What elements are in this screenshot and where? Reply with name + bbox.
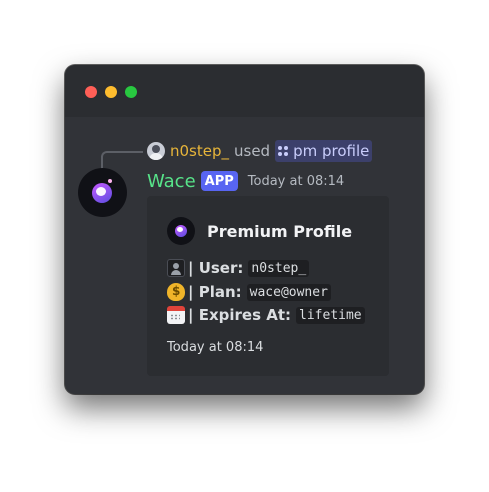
slash-command-icon (278, 146, 289, 156)
embed-author: Premium Profile (167, 217, 352, 245)
author-orb-highlight (177, 227, 183, 232)
orb-spark (108, 179, 112, 183)
reply-action-text: used (234, 142, 271, 160)
calendar-icon (167, 306, 185, 324)
field-value: n0step_ (248, 259, 310, 277)
slash-command-chip[interactable]: pm profile (275, 140, 373, 162)
message-header: Wace APP Today at 08:14 (147, 169, 344, 193)
field-expires: | Expires At: lifetime (167, 305, 365, 325)
embed-footer-timestamp: Today at 08:14 (167, 340, 264, 355)
field-label: | Expires At: (188, 306, 292, 324)
orb-highlight (96, 187, 106, 196)
replied-username[interactable]: n0step_ (170, 142, 229, 160)
field-label: | User: (188, 259, 244, 277)
field-plan: | Plan: wace@owner (167, 282, 331, 302)
bust-silhouette-icon (167, 259, 185, 277)
message-timestamp: Today at 08:14 (247, 173, 345, 189)
field-label: | Plan: (188, 283, 242, 301)
field-value: wace@owner (246, 283, 331, 301)
close-window-button[interactable] (85, 86, 97, 98)
app-badge: APP (200, 171, 238, 191)
window-titlebar (65, 65, 424, 117)
minimize-window-button[interactable] (105, 86, 117, 98)
profile-embed: Premium Profile | User: n0step_ | Plan: … (147, 196, 389, 376)
bot-username[interactable]: Wace (147, 171, 196, 192)
slash-command-name: pm profile (293, 142, 370, 160)
embed-author-name: Premium Profile (207, 221, 353, 241)
money-bag-icon (167, 283, 185, 301)
discord-window: n0step_ used pm profile Wace APP Today a… (65, 65, 424, 394)
replied-user-avatar-icon[interactable] (147, 142, 165, 160)
embed-author-icon (167, 217, 195, 245)
command-reply-reference[interactable]: n0step_ used pm profile (147, 140, 373, 162)
maximize-window-button[interactable] (125, 86, 137, 98)
field-user: | User: n0step_ (167, 258, 310, 278)
bot-avatar[interactable] (78, 168, 127, 217)
field-value: lifetime (296, 306, 365, 324)
